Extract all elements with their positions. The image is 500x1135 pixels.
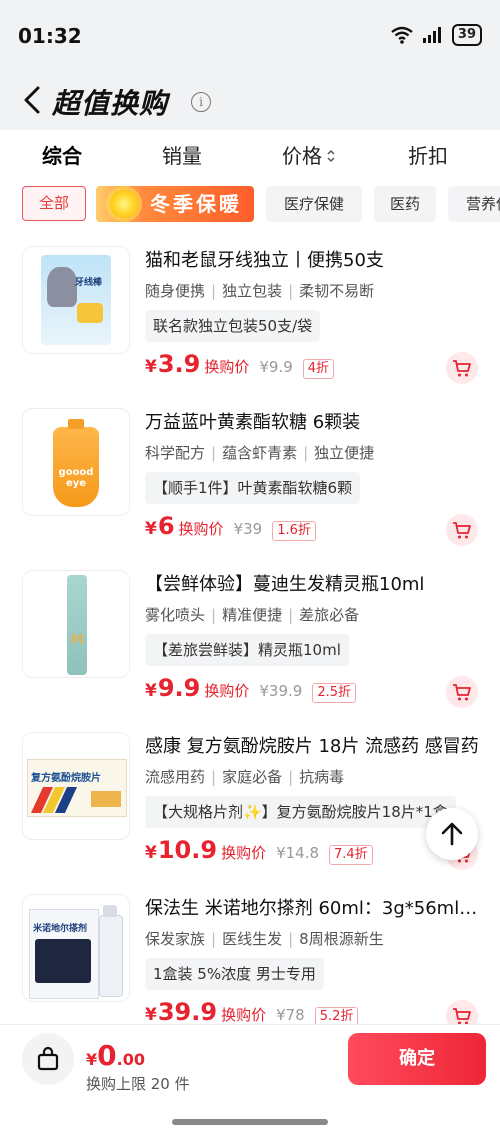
product-item[interactable]: M 【尝鲜体验】蔓迪生发精灵瓶10ml 雾化喷头 | 精准便捷 | 差旅必备 【差旅尝鲜…: [0, 564, 500, 726]
product-promo: 【大规格片剂✨】复方氨酚烷胺片18片*1盒: [145, 796, 456, 828]
exchange-limit: 换购上限 20 件: [86, 1075, 190, 1093]
product-image: 牙线棒: [22, 246, 130, 354]
chip-category[interactable]: 医药: [374, 186, 436, 222]
price-label: 换购价: [221, 1006, 267, 1024]
product-promo: 联名款独立包装50支/袋: [145, 310, 321, 342]
battery-indicator: 39: [451, 24, 482, 46]
price-label: 换购价: [204, 682, 250, 700]
exchange-price: 3.9: [157, 350, 201, 378]
product-promo: 【差旅尝鲜装】精灵瓶10ml: [145, 634, 349, 666]
original-price: ¥39.9: [259, 682, 303, 700]
price-label: 换购价: [221, 844, 267, 862]
product-item[interactable]: 牙线棒 猫和老鼠牙线独立丨便携50支 随身便携 | 独立包装 | 柔韧不易断 联名款独立…: [0, 240, 500, 402]
discount-badge: 2.5折: [312, 683, 357, 703]
product-image-label: gooodeye: [58, 467, 94, 489]
signal-icon: [422, 27, 441, 43]
add-to-cart-button[interactable]: [446, 676, 478, 708]
discount-badge: 4折: [302, 359, 335, 379]
price-row: ¥3.9 换购价 ¥9.9 4折: [145, 350, 335, 384]
price-row: ¥9.9 换购价 ¥39.9 2.5折: [145, 674, 357, 708]
product-image: 米诺地尔搽剂: [22, 894, 130, 1002]
product-name: 万益蓝叶黄素酯软糖 6颗装: [145, 412, 361, 433]
product-promo: 1盒装 5%浓度 男士专用: [145, 958, 324, 990]
wifi-icon: [391, 26, 413, 44]
sort-tab-price-label: 价格: [282, 144, 322, 168]
product-image-label: 牙线棒: [75, 278, 103, 288]
chip-category[interactable]: 营养保健: [448, 186, 500, 222]
yen-sign: ¥: [145, 843, 157, 863]
product-tags: 雾化喷头 | 精准便捷 | 差旅必备: [145, 606, 360, 624]
exchange-price: 10.9: [157, 836, 218, 864]
yen-sign: ¥: [145, 681, 157, 701]
yen-sign: ¥: [145, 519, 157, 539]
product-image: 复方氨酚烷胺片: [22, 732, 130, 840]
original-price: ¥39: [233, 520, 263, 538]
shopping-bag-button[interactable]: [22, 1033, 74, 1085]
sort-tab-price[interactable]: 价格: [282, 140, 337, 169]
chip-category[interactable]: 医疗保健: [266, 186, 362, 222]
info-icon[interactable]: i: [191, 92, 211, 112]
yen-sign: ¥: [145, 357, 157, 377]
price-label: 换购价: [178, 520, 224, 538]
product-name: 猫和老鼠牙线独立丨便携50支: [145, 250, 384, 271]
product-image-label: 米诺地尔搽剂: [33, 924, 88, 934]
product-tags: 保发家族 | 医线生发 | 8周根源新生: [145, 930, 384, 948]
sort-updown-icon: [327, 149, 335, 163]
product-image-label: M: [70, 633, 84, 648]
product-name: 保法生 米诺地尔搽剂 60ml：3g*56ml*1瓶: [145, 898, 483, 919]
cart-icon: [453, 1008, 471, 1025]
sort-tab-comprehensive[interactable]: 综合: [42, 140, 82, 169]
product-name: 感康 复方氨酚烷胺片 18片 流感药 感冒药: [145, 736, 479, 757]
product-tags: 流感用药 | 家庭必备 | 抗病毒: [145, 768, 345, 786]
sort-tab-discount[interactable]: 折扣: [408, 140, 448, 169]
original-price: ¥78: [276, 1006, 305, 1024]
arrow-up-icon: [441, 822, 463, 846]
chip-all[interactable]: 全部: [22, 186, 86, 221]
product-item[interactable]: gooodeye 万益蓝叶黄素酯软糖 6颗装 科学配方 | 蕴含虾青素 | 独立便捷 【…: [0, 402, 500, 564]
add-to-cart-button[interactable]: [446, 352, 478, 384]
back-to-top-button[interactable]: [426, 808, 478, 860]
price-row: ¥10.9 换购价 ¥14.8 7.4折: [145, 836, 373, 870]
product-image-label: 复方氨酚烷胺片: [31, 773, 101, 784]
product-promo: 【顺手1件】叶黄素酯软糖6颗: [145, 472, 361, 504]
product-image: M: [22, 570, 130, 678]
nav-bar: 超值换购 i: [0, 72, 500, 130]
filter-chips: 全部 冬季保暖 医疗保健 医药 营养保健: [0, 182, 500, 228]
discount-badge: 7.4折: [329, 845, 373, 865]
original-price: ¥14.8: [276, 844, 320, 862]
shopping-bag-icon: [37, 1046, 59, 1071]
product-tags: 随身便携 | 独立包装 | 柔韧不易断: [145, 282, 375, 300]
product-tags: 科学配方 | 蕴含虾青素 | 独立便捷: [145, 444, 375, 462]
sort-bar: 综合 销量 价格 折扣: [0, 130, 500, 178]
product-image: gooodeye: [22, 408, 130, 516]
cart-icon: [453, 360, 471, 377]
status-bar: 01:32 39: [0, 0, 500, 72]
sun-icon: [110, 190, 138, 218]
discount-badge: 1.6折: [272, 521, 316, 541]
cart-icon: [453, 684, 471, 701]
cart-icon: [453, 522, 471, 539]
exchange-price: 6: [157, 512, 175, 540]
exchange-price: 39.9: [157, 998, 218, 1026]
product-item[interactable]: 复方氨酚烷胺片 感康 复方氨酚烷胺片 18片 流感药 感冒药 流感用药 | 家庭必备…: [0, 726, 500, 888]
original-price: ¥9.9: [259, 358, 293, 376]
back-arrow-icon[interactable]: [18, 82, 48, 118]
status-icons: 39: [390, 24, 482, 46]
sort-tab-sales[interactable]: 销量: [162, 140, 202, 169]
chip-winter-label: 冬季保暖: [150, 192, 242, 216]
price-row: ¥6 换购价 ¥39 1.6折: [145, 512, 316, 546]
add-to-cart-button[interactable]: [446, 514, 478, 546]
chip-winter-banner[interactable]: 冬季保暖: [96, 186, 254, 222]
yen-sign: ¥: [145, 1005, 157, 1025]
clock: 01:32: [18, 24, 82, 48]
home-indicator[interactable]: [172, 1119, 328, 1125]
total-amount: ¥0.00: [86, 1039, 145, 1072]
page-title: 超值换购: [52, 87, 169, 120]
price-label: 换购价: [204, 358, 250, 376]
confirm-button[interactable]: 确定: [348, 1033, 486, 1085]
product-name: 【尝鲜体验】蔓迪生发精灵瓶10ml: [145, 574, 425, 595]
exchange-price: 9.9: [157, 674, 201, 702]
